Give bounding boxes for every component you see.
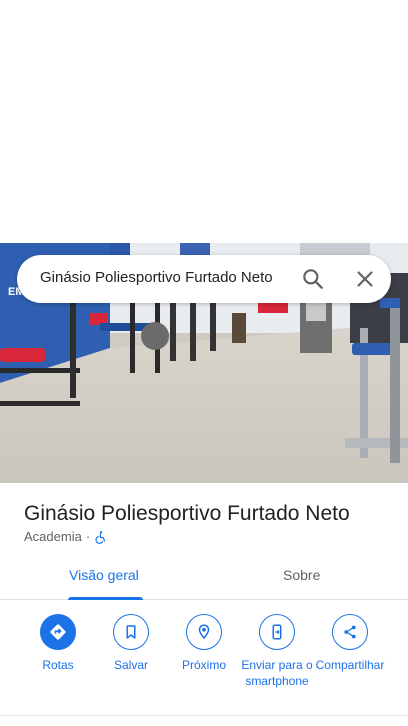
share-label: Compartilhar	[315, 658, 385, 672]
place-subtitle: Academia ·	[24, 529, 108, 544]
wheelchair-icon	[94, 530, 108, 544]
bookmark-icon	[113, 614, 149, 650]
map-area-blank	[0, 0, 408, 243]
close-icon[interactable]	[352, 266, 378, 292]
separator-dot: ·	[85, 529, 91, 544]
send-to-phone-button[interactable]: Enviar para o smartphone	[240, 614, 314, 689]
tab-about[interactable]: Sobre	[283, 567, 320, 583]
active-tab-indicator	[68, 597, 143, 600]
tab-bar: Visão geral Sobre	[0, 556, 408, 600]
place-category: Academia	[24, 529, 82, 544]
share-icon	[332, 614, 368, 650]
nearby-icon	[186, 614, 222, 650]
save-button[interactable]: Salvar	[94, 614, 168, 673]
send-to-phone-icon	[259, 614, 295, 650]
nearby-button[interactable]: Próximo	[167, 614, 241, 673]
directions-button[interactable]: Rotas	[21, 614, 95, 673]
place-title: Ginásio Poliesportivo Furtado Neto	[24, 502, 350, 525]
directions-icon	[40, 614, 76, 650]
action-buttons-row: Rotas Salvar Próximo Enviar para o smart…	[0, 614, 408, 714]
save-label: Salvar	[113, 658, 148, 672]
search-input[interactable]: Ginásio Poliesportivo Furtado Neto	[40, 269, 273, 286]
tab-overview[interactable]: Visão geral	[69, 567, 139, 583]
directions-label: Rotas	[42, 658, 74, 672]
divider	[0, 715, 408, 716]
send-to-phone-label: Enviar para o smartphone	[241, 658, 313, 688]
search-icon[interactable]	[300, 266, 326, 292]
nearby-label: Próximo	[181, 658, 226, 672]
search-bar[interactable]: Ginásio Poliesportivo Furtado Neto	[17, 255, 391, 303]
share-button[interactable]: Compartilhar	[313, 614, 387, 673]
